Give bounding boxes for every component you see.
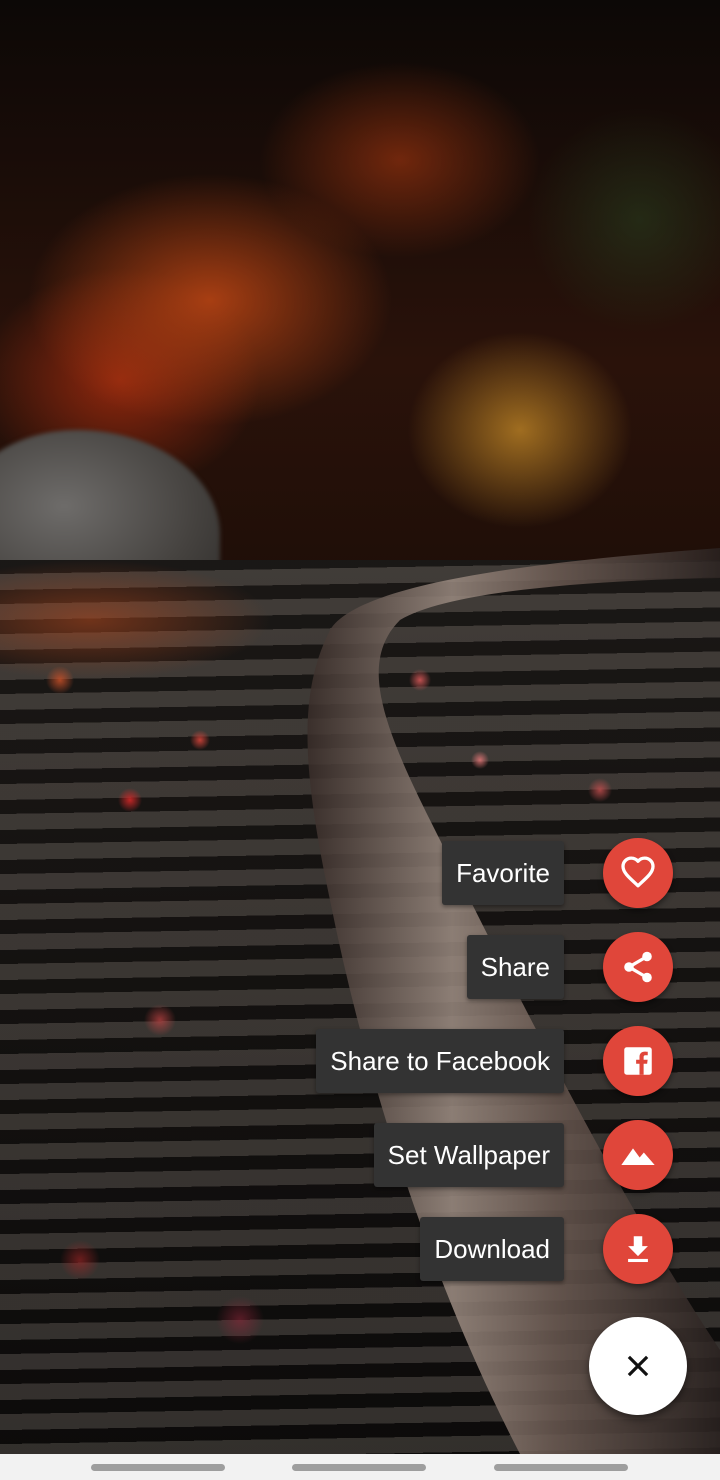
set-wallpaper-button[interactable] (603, 1120, 673, 1190)
share-to-facebook-label[interactable]: Share to Facebook (316, 1029, 564, 1093)
share-button[interactable] (603, 932, 673, 1002)
download-icon (628, 1236, 648, 1263)
close-menu-button[interactable] (589, 1317, 687, 1415)
set-wallpaper-label[interactable]: Set Wallpaper (373, 1123, 564, 1187)
share-icon (624, 951, 652, 983)
share-label[interactable]: Share (466, 935, 564, 999)
wallpaper-preview-screen: Favorite Share Share to Facebook Set Wal… (0, 0, 720, 1480)
download-label[interactable]: Download (420, 1217, 564, 1281)
close-icon (627, 1355, 649, 1377)
nav-pill-left[interactable] (91, 1464, 225, 1471)
nav-pill-right[interactable] (494, 1464, 628, 1471)
heart-outline-icon (621, 856, 655, 888)
landscape-icon (621, 1148, 655, 1165)
download-button[interactable] (603, 1214, 673, 1284)
system-navigation-bar (0, 1454, 720, 1480)
favorite-button[interactable] (603, 838, 673, 908)
share-to-facebook-button[interactable] (603, 1026, 673, 1096)
nav-pill-center[interactable] (292, 1464, 426, 1471)
favorite-label[interactable]: Favorite (442, 841, 564, 905)
facebook-icon (624, 1047, 652, 1075)
